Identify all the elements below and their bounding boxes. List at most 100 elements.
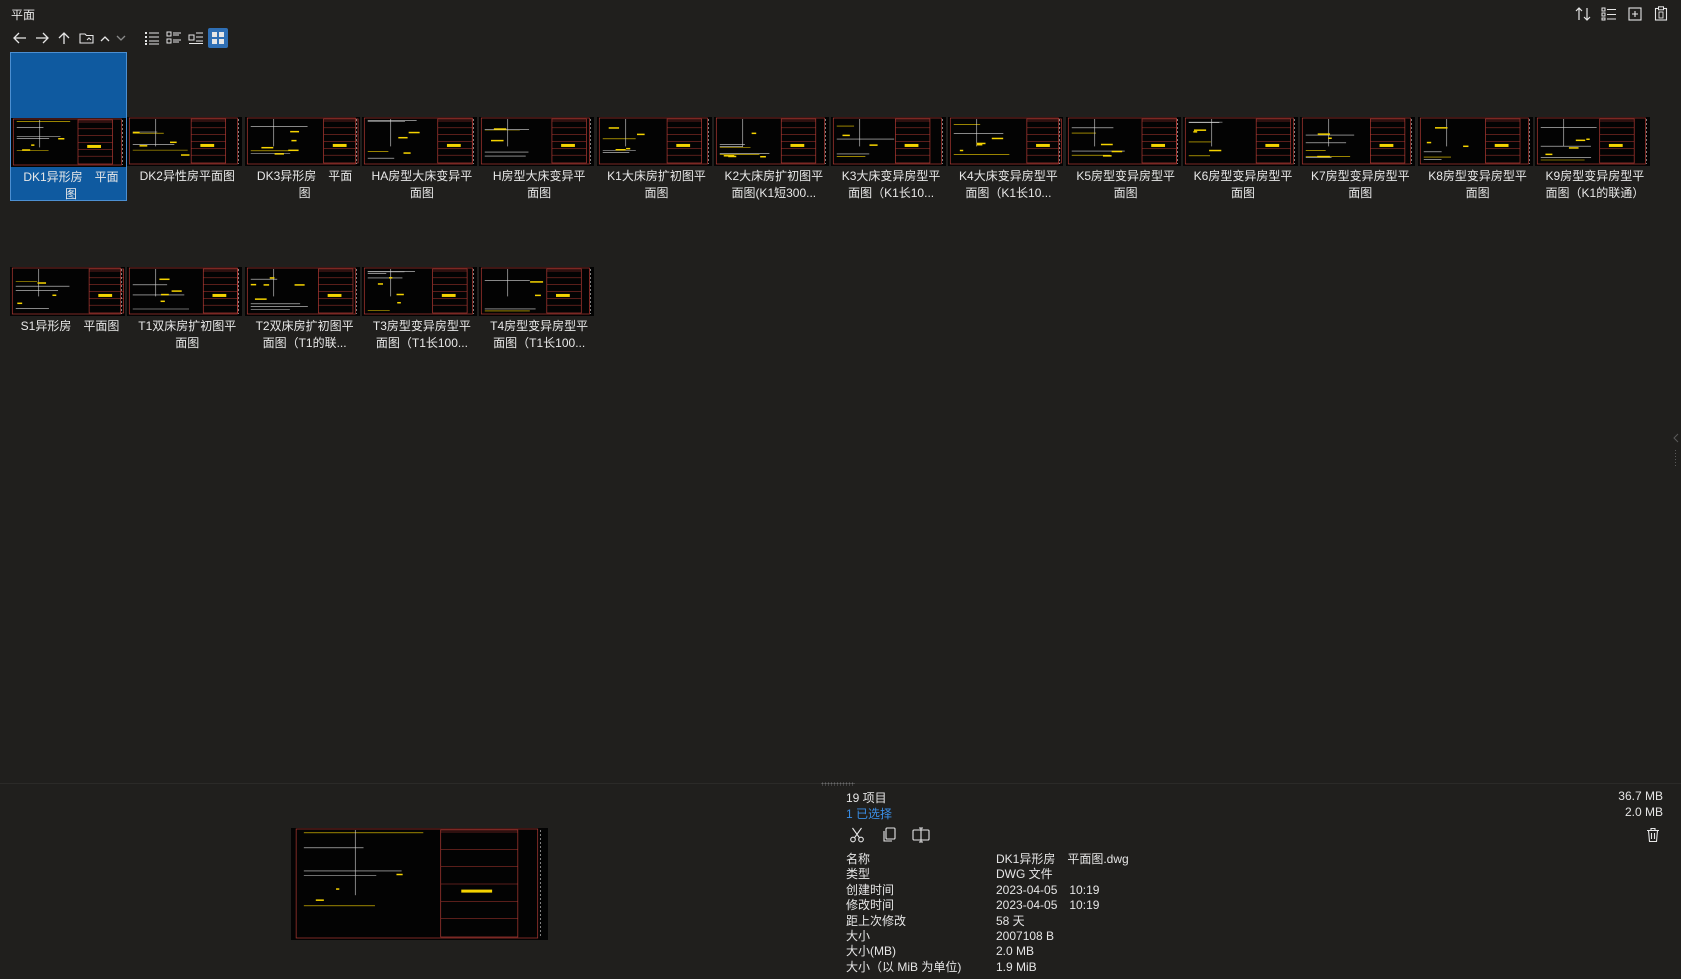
property-value: 2.0 MB	[996, 944, 1035, 959]
copy-button[interactable]	[878, 826, 900, 846]
property-key: 修改时间	[846, 898, 895, 913]
sort-icon	[1575, 6, 1591, 26]
clipboard-button[interactable]	[1651, 6, 1671, 26]
file-name: K8房型变异房型平面图	[1428, 169, 1527, 200]
up-button[interactable]	[54, 28, 74, 48]
forward-button[interactable]	[32, 28, 52, 48]
file-thumbnail	[479, 267, 595, 316]
property-row: 修改时间 2023-04-05 10:19	[846, 898, 1129, 913]
file-explorer-window: 平面 DK1异形房 平面图 DK2异性房平面图 DK3异形房 平面图 HA房型大…	[0, 0, 1681, 979]
rename-icon	[912, 826, 930, 846]
rename-button[interactable]	[910, 826, 932, 846]
file-properties: 名称 DK1异形房 平面图.dwg 类型 DWG 文件 创建时间 2023-04-05 1…	[846, 852, 1129, 975]
file-thumbnail	[1534, 117, 1650, 166]
file-tile[interactable]: T3房型变异房型平面图（T1长100...	[361, 202, 479, 351]
property-key: 名称	[846, 852, 871, 866]
property-key: 创建时间	[846, 882, 895, 897]
file-name: DK3异形房 平面图	[256, 169, 353, 200]
list-view-icon	[144, 31, 160, 45]
property-value: DWG 文件	[996, 867, 1053, 882]
property-value: DK1异形房 平面图.dwg	[996, 852, 1129, 866]
file-name: T4房型变异房型平面图（T1长100...	[490, 319, 589, 350]
file-thumbnail	[1065, 117, 1181, 166]
selected-count: 1 已选择	[846, 807, 893, 821]
file-tile[interactable]: T1双床房扩初图平面图	[127, 202, 244, 351]
tiles-view-button[interactable]	[186, 28, 206, 48]
property-row: 大小(MB) 2.0 MB	[846, 944, 1129, 959]
file-tile[interactable]: K5房型变异房型平面图	[1065, 52, 1183, 201]
side-panel-handle[interactable]	[1673, 432, 1679, 482]
file-name: T1双床房扩初图平面图	[138, 319, 237, 350]
list-view-button[interactable]	[142, 28, 162, 48]
details-view-icon	[166, 31, 182, 45]
file-thumbnail	[948, 117, 1064, 166]
property-key: 大小（以 MiB 为单位)	[846, 959, 962, 974]
file-thumbnail	[1183, 117, 1298, 166]
back-button[interactable]	[10, 28, 30, 48]
property-key: 大小(MB)	[846, 944, 896, 959]
trash-icon	[1646, 827, 1660, 846]
cut-button[interactable]	[846, 826, 868, 846]
splitter-handle[interactable]	[821, 782, 855, 786]
file-tile[interactable]: K4大床变异房型平面图（K1长10...	[948, 52, 1065, 201]
property-row: 距上次修改 58 天	[846, 914, 1129, 929]
expand-button[interactable]	[114, 28, 128, 48]
selected-size: 2.0 MB	[1624, 805, 1663, 819]
file-name: K7房型变异房型平面图	[1310, 169, 1410, 200]
property-row: 大小（以 MiB 为单位) 1.9 MiB	[846, 960, 1129, 975]
file-tile[interactable]: K3大床变异房型平面图（K1长10...	[831, 52, 948, 201]
new-pane-icon	[1628, 6, 1642, 26]
file-tile[interactable]: H房型大床变异平面图	[479, 52, 596, 201]
file-tile[interactable]: T4房型变异房型平面图（T1长100...	[479, 202, 596, 351]
property-row: 类型 DWG 文件	[846, 867, 1129, 882]
file-tile[interactable]: K7房型变异房型平面图	[1300, 52, 1417, 201]
sort-button[interactable]	[1573, 6, 1593, 26]
select-mode-button[interactable]	[1599, 6, 1619, 26]
grid-view-button[interactable]	[208, 28, 228, 48]
file-thumbnail	[713, 117, 829, 166]
file-tile[interactable]: K8房型变异房型平面图	[1417, 52, 1535, 201]
file-name: DK1异形房 平面图	[23, 170, 119, 201]
tiles-view-icon	[188, 31, 204, 45]
property-value: 2007108 B	[996, 928, 1055, 943]
details-view-button[interactable]	[164, 28, 184, 48]
file-thumbnail	[831, 117, 947, 166]
arrow-up-icon	[58, 31, 70, 45]
grid-view-icon	[211, 31, 225, 45]
file-tile[interactable]: T2双床房扩初图平面图（T1的联...	[244, 202, 362, 351]
property-value: 2023-04-05 10:19	[996, 882, 1100, 897]
file-name: T3房型变异房型平面图（T1长100...	[372, 319, 471, 350]
folder-button[interactable]	[76, 28, 96, 48]
file-thumbnail	[361, 117, 477, 166]
clipboard-icon	[1654, 6, 1668, 26]
scissors-icon	[849, 827, 865, 846]
file-name: H房型大床变异平面图	[492, 169, 586, 200]
file-tile[interactable]: DK3异形房 平面图	[244, 52, 362, 201]
file-tile[interactable]: K2大床房扩初图平面图(K1短300...	[713, 52, 831, 201]
file-tile[interactable]: K6房型变异房型平面图	[1183, 52, 1300, 201]
property-key: 距上次修改	[846, 913, 907, 928]
file-thumbnail	[10, 267, 125, 316]
file-thumbnail	[244, 267, 360, 316]
property-value: 58 天	[996, 913, 1025, 928]
file-name: HA房型大床变异平面图	[371, 169, 473, 200]
file-actions	[846, 826, 932, 846]
file-name: K5房型变异房型平面图	[1076, 169, 1176, 200]
chevron-down-icon	[116, 35, 126, 42]
total-size: 36.7 MB	[1618, 789, 1663, 803]
file-tile[interactable]: K1大床房扩初图平面图	[596, 52, 714, 201]
file-tile[interactable]: DK1异形房 平面图	[10, 52, 127, 201]
file-tile[interactable]: K9房型变异房型平面图（K1的联通）	[1534, 52, 1652, 201]
new-pane-button[interactable]	[1625, 6, 1645, 26]
property-row: 创建时间 2023-04-05 10:19	[846, 883, 1129, 898]
file-tile[interactable]: S1异形房 平面图	[10, 202, 127, 351]
file-name: K4大床变异房型平面图（K1长10...	[959, 169, 1058, 200]
file-tile[interactable]: DK2异性房平面图	[127, 52, 244, 201]
file-thumbnail	[361, 267, 477, 316]
file-thumbnail	[11, 118, 126, 167]
collapse-button[interactable]	[98, 28, 112, 48]
file-tile[interactable]: HA房型大床变异平面图	[361, 52, 479, 201]
file-name: DK2异性房平面图	[139, 169, 235, 183]
property-row: 名称 DK1异形房 平面图.dwg	[846, 852, 1129, 867]
delete-button[interactable]	[1643, 826, 1663, 846]
